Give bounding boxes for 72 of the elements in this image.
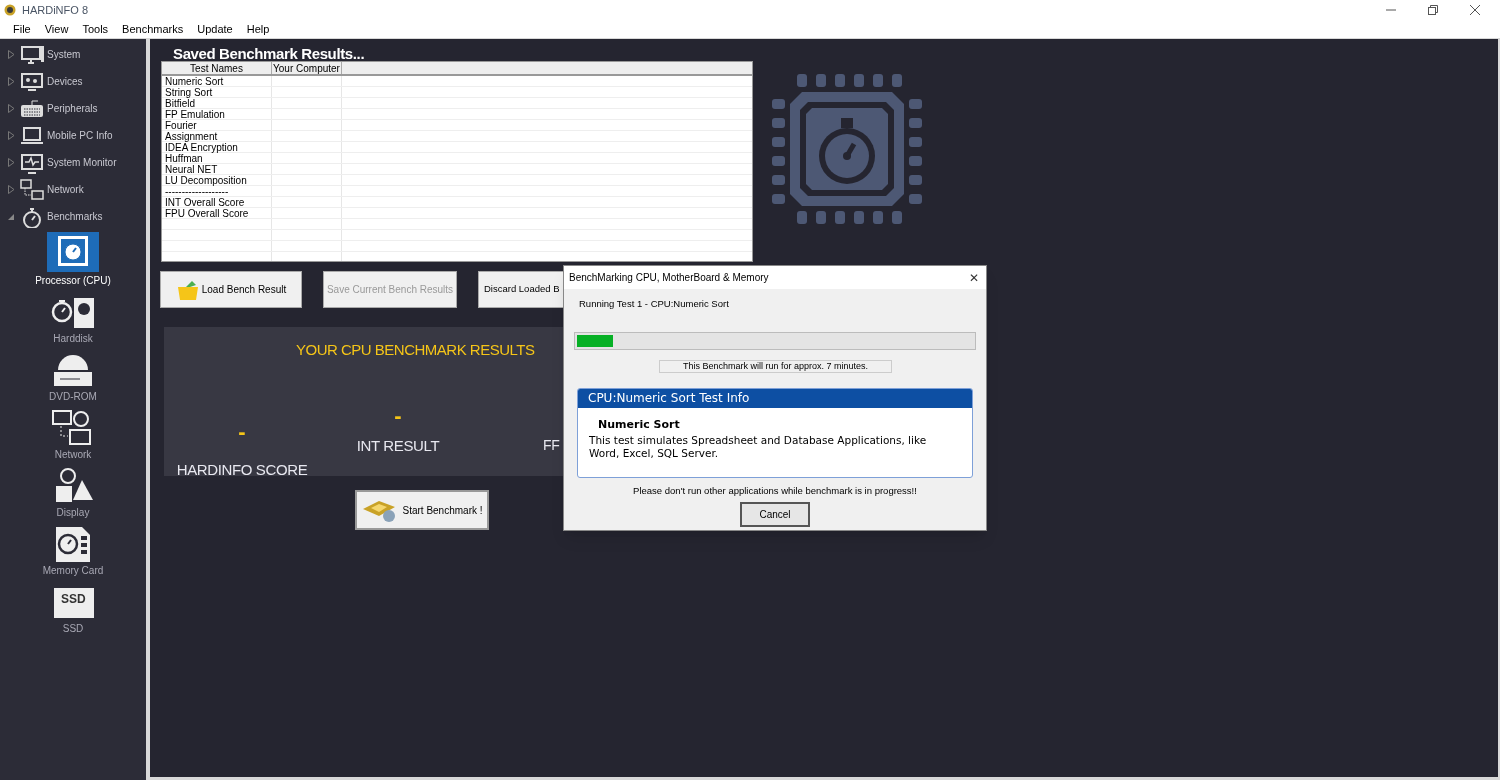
tree-item[interactable]: System [47,47,81,62]
ssd-label: SSD [61,592,86,606]
table-cell: FPU Overall Score [162,208,272,218]
test-name: Numeric Sort [598,417,680,434]
network-icon [20,178,44,201]
tree-item[interactable]: Peripherals [47,101,98,116]
warning-text: Please don't run other applications while benchmark is in progress!! [633,484,917,499]
collapsed-arrow-icon[interactable] [8,185,15,194]
table-cell: LU Decomposition [162,175,272,185]
menu-item[interactable]: Update [197,20,233,38]
stopwatch-icon [20,205,44,228]
score-label: INT RESULT [356,436,440,456]
column-header[interactable]: Test Names [162,62,272,74]
collapsed-arrow-icon[interactable] [8,158,15,167]
tree-item[interactable]: Benchmarks [47,209,103,224]
restore-icon[interactable] [1428,5,1438,15]
table-cell: Huffman [162,153,272,163]
monitor-icon [20,43,44,66]
cancel-button[interactable]: Cancel [740,501,810,527]
table-cell: Bitfield [162,98,272,108]
menu-item[interactable]: File [13,20,31,38]
menu-item[interactable]: Help [246,20,270,38]
bench-button: Save Current Bench Results [323,271,457,308]
benchmark-item[interactable]: SSD [62,621,84,636]
device-panel-icon [20,70,44,93]
app-logo-icon [4,4,16,16]
close-icon[interactable] [1470,5,1480,15]
collapsed-arrow-icon[interactable] [8,131,15,140]
selected-item-tile[interactable] [47,232,99,272]
pulse-monitor-icon [20,151,44,174]
menu-item[interactable]: Benchmarks [122,20,184,38]
benchmark-item[interactable]: Display [56,505,90,520]
tree-item[interactable]: Devices [47,74,83,89]
section-title: Saved Benchmark Results... [172,47,366,61]
score-value: - [393,406,403,426]
folder-icon [175,278,200,301]
table-cell: Numeric Sort [162,76,272,86]
score-value: - [237,422,247,442]
expanded-arrow-icon[interactable] [8,212,15,221]
benchmark-item[interactable]: Processor (CPU) [35,273,111,288]
menu-item[interactable]: Tools [82,20,109,38]
info-header: CPU:Numeric Sort Test Info [578,389,972,409]
table-cell: IDEA Encryption [162,142,272,152]
benchmark-item[interactable]: Harddisk [53,331,93,346]
duration-note: This Benchmark will run for approx. 7 minutes. [659,360,892,374]
menu-item[interactable]: View [44,20,69,38]
tree-item[interactable]: System Monitor [47,155,117,170]
test-description: This test simulates Spreadsheet and Database Applications, like Word, Excel, SQL Server. [589,433,928,460]
collapsed-arrow-icon[interactable] [8,50,15,59]
collapsed-arrow-icon[interactable] [8,104,15,113]
score-label: FF [543,436,560,455]
table-cell: INT Overall Score [162,197,272,207]
benchmark-item[interactable]: Memory Card [42,563,104,578]
tree-item[interactable]: Network [47,182,84,197]
laptop-icon [20,124,44,147]
bench-button[interactable]: Load Bench Result [160,271,302,308]
tree-item[interactable]: Mobile PC Info [47,128,113,143]
table-cell: FP Emulation [162,109,272,119]
column-header[interactable]: Your Computer [272,62,342,74]
table-cell: Neural NET [162,164,272,174]
score-label: HARDINFO SCORE [176,460,308,480]
collapsed-arrow-icon[interactable] [8,77,15,86]
cpu-stopwatch-icon [772,74,922,224]
results-title: YOUR CPU BENCHMARK RESULTS [296,340,535,360]
benchmark-item[interactable]: DVD-ROM [49,389,97,404]
window-title: HARDiNFO 8 [22,2,88,18]
start-benchmark-button[interactable]: Start Benchmark ! [355,490,489,530]
dialog-close-button[interactable]: ✕ [969,268,979,287]
keyboard-icon [20,97,44,120]
table-cell: ------------------- [162,186,272,196]
table-cell: Fourier [162,120,272,130]
benchmark-item[interactable]: Network [54,447,92,462]
